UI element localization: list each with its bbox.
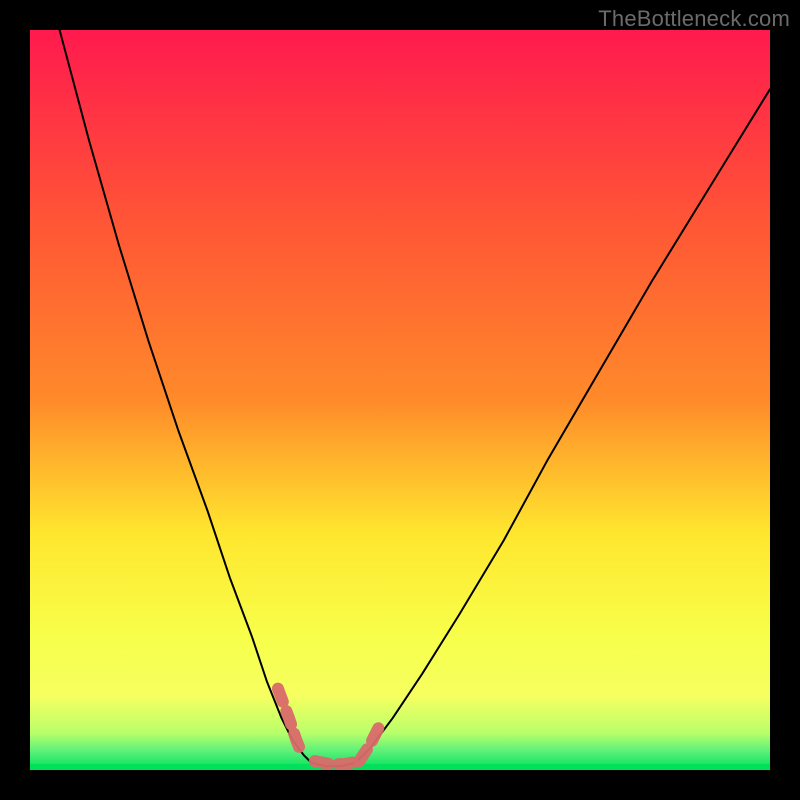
- highlight-floor-dots: [315, 761, 359, 764]
- chart-plot-area: [30, 30, 770, 770]
- watermark-label: TheBottleneck.com: [598, 6, 790, 32]
- chart-svg: [30, 30, 770, 770]
- chart-frame: TheBottleneck.com: [0, 0, 800, 800]
